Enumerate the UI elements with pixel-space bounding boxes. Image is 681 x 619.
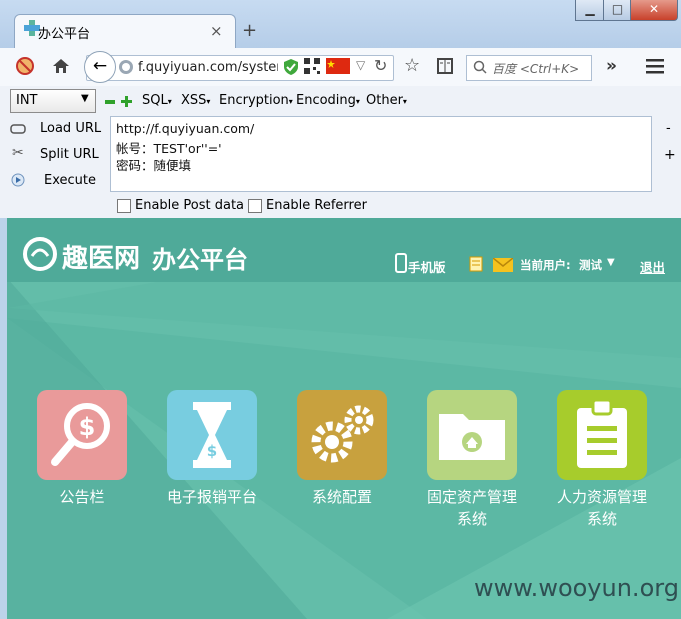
split-url-button[interactable]: Split URL [40, 147, 99, 162]
tile-hr-management[interactable] [557, 390, 647, 480]
textarea-line-1: http://f.quyiyuan.com/ [116, 121, 255, 136]
overflow-chevron-icon[interactable]: » [606, 56, 617, 76]
tile-expense-platform-label: 电子报销平台 [166, 488, 257, 506]
menu-encoding-label: Encoding [296, 93, 356, 108]
menu-sql-label: SQL [142, 93, 168, 108]
menu-sql[interactable]: SQL▾ [142, 93, 172, 108]
menu-xss[interactable]: XSS▾ [181, 93, 210, 108]
hourglass-dollar-icon: $ [193, 402, 231, 468]
execute-button[interactable]: Execute [44, 173, 96, 188]
folder-home-icon [439, 414, 505, 460]
notepad-icon[interactable] [468, 255, 486, 273]
dropdown-chevron-icon[interactable]: ▽ [356, 58, 365, 72]
enable-referrer-label: Enable Referrer [266, 198, 367, 213]
mobile-phone-icon [395, 253, 407, 273]
maximize-button[interactable]: □ [603, 0, 632, 21]
enable-post-checkbox[interactable] [117, 199, 131, 213]
reload-icon[interactable]: ↻ [374, 56, 387, 75]
tile-fixed-assets-label-2: 系统 [456, 510, 487, 528]
tile-expense-platform[interactable]: $ [167, 390, 257, 480]
int-select[interactable]: INT ▼ [10, 89, 96, 113]
tile-notice-board-label: 公告栏 [59, 488, 105, 506]
tile-notice-board[interactable]: $ [37, 390, 127, 480]
minus-green-icon[interactable] [105, 97, 115, 107]
tile-hr-management-label: 人力资源管理 [556, 488, 647, 506]
execute-icon [11, 173, 25, 187]
user-dropdown-icon[interactable]: ▼ [607, 257, 615, 268]
menu-hamburger-icon[interactable] [646, 58, 664, 74]
menu-encryption[interactable]: Encryption▾ [219, 93, 293, 108]
tile-system-config[interactable] [297, 390, 387, 480]
back-arrow-icon: ← [92, 56, 108, 76]
tile-system-config-label: 系统配置 [311, 488, 372, 506]
reading-list-icon[interactable] [437, 58, 453, 74]
globe-icon [119, 60, 133, 74]
svg-text:$: $ [207, 442, 217, 460]
home-icon[interactable] [52, 57, 70, 75]
shield-icon[interactable] [283, 58, 299, 76]
tile-hr-management-label-2: 系统 [586, 510, 617, 528]
tab-close-icon[interactable]: × [210, 22, 223, 40]
menu-encoding[interactable]: Encoding▾ [296, 93, 360, 108]
site-logo-text: 趣医网 [62, 244, 141, 274]
gears-icon [311, 405, 374, 463]
bookmark-star-icon[interactable]: ☆ [404, 55, 420, 76]
mobile-version-link[interactable]: 手机版 [408, 257, 446, 276]
tab-title: 办公平台 [38, 27, 91, 42]
menu-xss-label: XSS [181, 93, 207, 108]
menu-other[interactable]: Other▾ [366, 93, 407, 108]
int-select-value: INT [16, 93, 38, 108]
load-url-icon [10, 124, 26, 134]
enable-referrer-checkbox[interactable] [248, 199, 262, 213]
tile-fixed-assets-label: 固定资产管理 [426, 488, 517, 506]
enable-post-label: Enable Post data [135, 198, 245, 213]
noscript-icon[interactable] [16, 57, 34, 75]
grow-textarea-button[interactable]: + [664, 147, 676, 163]
minimize-button[interactable]: ▁ [575, 0, 605, 21]
back-button[interactable]: ← [84, 51, 116, 83]
logout-link[interactable]: 退出 [640, 257, 665, 276]
plus-green-icon[interactable] [121, 96, 132, 107]
new-tab-button[interactable]: + [242, 20, 257, 41]
clipboard-list-icon [577, 398, 627, 468]
textarea-line-3: 密码：随便填 [116, 158, 192, 173]
menu-encryption-label: Encryption [219, 93, 289, 108]
current-user-label: 当前用户: [520, 258, 571, 272]
split-url-icon: ✂ [12, 145, 24, 161]
svg-text:$: $ [79, 413, 96, 441]
menu-other-label: Other [366, 93, 403, 108]
select-arrow-icon: ▼ [81, 93, 89, 104]
close-window-button[interactable]: ✕ [630, 0, 678, 21]
china-flag-icon [326, 58, 350, 74]
current-user-name[interactable]: 测试 [579, 257, 602, 273]
site-logo-icon [23, 237, 57, 271]
search-icon [473, 60, 487, 74]
load-url-button[interactable]: Load URL [40, 121, 101, 136]
magnifier-dollar-icon: $ [51, 403, 110, 466]
mail-envelope-icon[interactable] [493, 258, 513, 272]
search-placeholder: 百度 <Ctrl+K> [492, 62, 580, 76]
page-title: 办公平台 [152, 246, 248, 274]
tile-fixed-assets[interactable] [427, 390, 517, 480]
qrcode-icon[interactable] [304, 58, 320, 74]
watermark-text: www.wooyun.org [474, 574, 679, 602]
url-text[interactable]: f.quyiyuan.com/systemL [138, 60, 278, 75]
shrink-textarea-button[interactable]: - [666, 121, 671, 136]
